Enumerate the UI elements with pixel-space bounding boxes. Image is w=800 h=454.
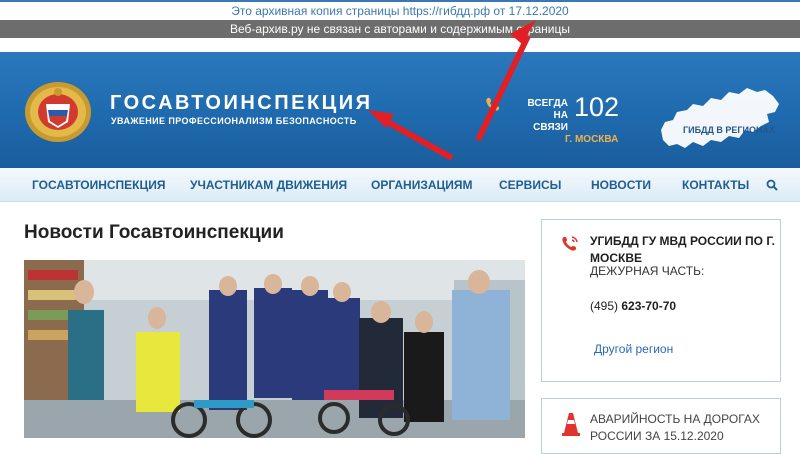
emblem-icon[interactable] [22, 78, 94, 144]
accidents-title: АВАРИЙНОСТЬ НА ДОРОГАХ РОССИИ ЗА 15.12.2… [590, 412, 760, 443]
search-icon[interactable] [766, 179, 778, 191]
always-line-1: ВСЕГДА [527, 98, 569, 109]
nav-item-gosavtoinspekciya[interactable]: ГОСАВТОИНСПЕКЦИЯ [32, 178, 166, 192]
page-title: Новости Госавтоинспекции [24, 222, 284, 243]
regions-label[interactable]: ГИБДД В РЕГИОНАХ [683, 125, 775, 135]
nav-item-contacts[interactable]: КОНТАКТЫ [682, 178, 749, 192]
archive-copy-link[interactable]: Это архивная копия страницы https://гибд… [231, 4, 568, 18]
phone-number: 623-70-70 [621, 299, 677, 313]
nav-item-organizations[interactable]: ОРГАНИЗАЦИЯМ [371, 178, 473, 192]
russia-map-icon[interactable] [655, 82, 783, 157]
always-online-label: ВСЕГДА НА СВЯЗИ [516, 98, 569, 134]
accidents-card[interactable]: АВАРИЙНОСТЬ НА ДОРОГАХ РОССИИ ЗА 15.12.2… [541, 398, 781, 454]
traffic-cone-icon [562, 413, 580, 436]
other-region-link[interactable]: Другой регион [594, 342, 673, 356]
phone-code: (495) [590, 299, 619, 313]
always-line-2: НА СВЯЗИ [533, 110, 568, 133]
duty-label: ДЕЖУРНАЯ ЧАСТЬ: [590, 264, 705, 278]
nav-item-services[interactable]: СЕРВИСЫ [499, 178, 561, 192]
phone-icon [486, 97, 500, 111]
emergency-number[interactable]: 102 [574, 92, 619, 123]
brand-title[interactable]: ГОСАВТОИНСПЕКЦИЯ [110, 92, 373, 115]
news-photo[interactable] [24, 260, 525, 438]
card-phone-icon [562, 236, 578, 251]
brand-slogan: УВАЖЕНИЕ ПРОФЕССИОНАЛИЗМ БЕЗОПАСНОСТЬ [111, 116, 357, 126]
contact-org-name: УГИБДД ГУ МВД РОССИИ ПО Г. МОСКВЕ [590, 234, 775, 265]
nav-item-participants[interactable]: УЧАСТНИКАМ ДВИЖЕНИЯ [190, 178, 347, 192]
contact-card: УГИБДД ГУ МВД РОССИИ ПО Г. МОСКВЕ ДЕЖУРН… [541, 219, 781, 382]
duty-phone[interactable]: (495) 623-70-70 [590, 299, 676, 313]
archive-disclaimer: Веб-архив.ру не связан с авторами и соде… [0, 20, 800, 38]
archive-notice-bar: Это архивная копия страницы https://гибд… [0, 0, 800, 20]
site-header: ГОСАВТОИНСПЕКЦИЯ УВАЖЕНИЕ ПРОФЕССИОНАЛИЗ… [0, 52, 800, 168]
main-nav: ГОСАВТОИНСПЕКЦИЯ УЧАСТНИКАМ ДВИЖЕНИЯ ОРГ… [0, 168, 800, 202]
city-selector[interactable]: Г. МОСКВА [565, 134, 618, 145]
nav-item-news[interactable]: НОВОСТИ [591, 178, 651, 192]
